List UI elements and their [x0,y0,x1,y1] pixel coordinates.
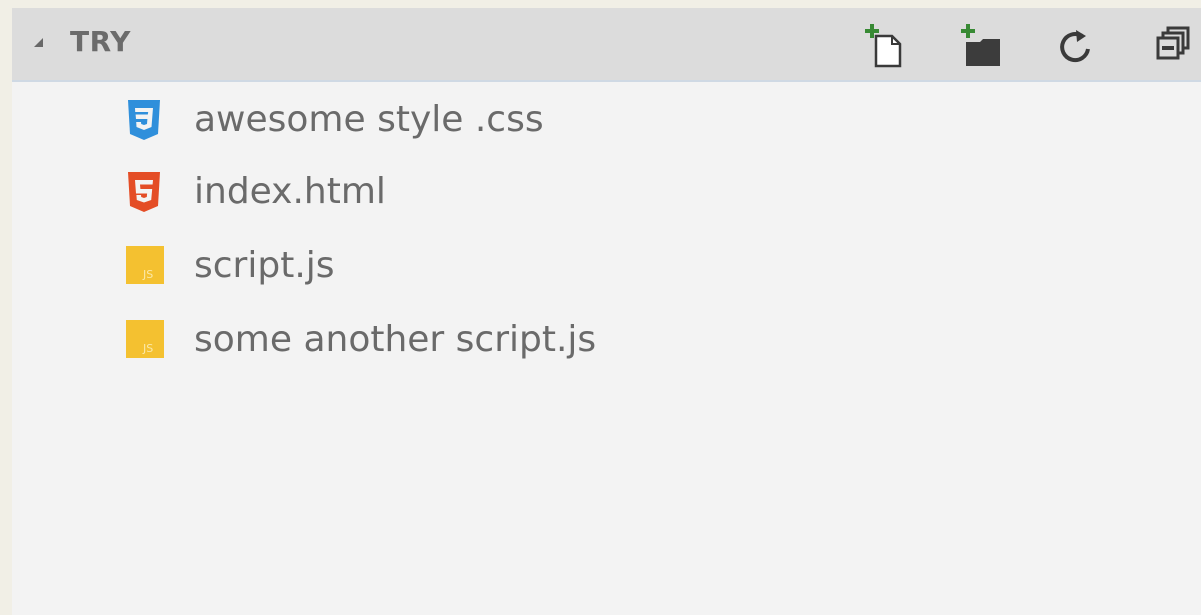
js-icon: JS [122,318,166,362]
svg-text:JS: JS [142,268,153,281]
svg-text:JS: JS [142,342,153,355]
file-item-html[interactable]: index.html [122,156,1122,220]
file-name: some another script.js [194,319,597,360]
collapse-arrow-icon[interactable] [34,38,43,47]
explorer-panel: TRY awesome style .css index.html JS scr… [12,8,1201,615]
file-name: awesome style .css [194,99,544,140]
new-folder-icon[interactable] [958,22,1004,68]
file-name: index.html [194,171,386,212]
explorer-folder-header[interactable]: TRY [12,8,1201,82]
folder-title: TRY [70,25,131,58]
css3-icon [122,98,166,142]
file-item-another-script-js[interactable]: JS some another script.js [122,304,1122,368]
new-file-icon[interactable] [862,22,908,68]
file-name: script.js [194,245,335,286]
file-item-css[interactable]: awesome style .css [122,84,1122,148]
collapse-all-icon[interactable] [1150,22,1196,68]
js-icon: JS [122,244,166,288]
refresh-icon[interactable] [1052,22,1098,68]
html5-icon [122,170,166,214]
file-item-script-js[interactable]: JS script.js [122,230,1122,294]
